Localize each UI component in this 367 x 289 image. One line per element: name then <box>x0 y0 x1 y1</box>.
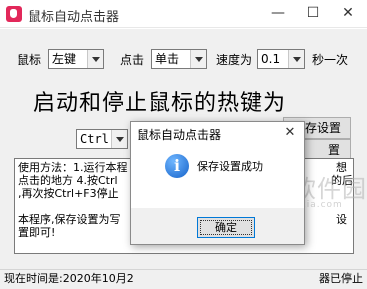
chevron-down-icon[interactable] <box>190 50 206 68</box>
chevron-down-icon[interactable] <box>288 50 304 68</box>
dialog-message: 保存设置成功 <box>197 160 263 173</box>
speed-value: 0.1 <box>261 52 281 66</box>
minimize-button[interactable]: — <box>258 0 298 28</box>
hotkey-modifier-select[interactable]: Ctrl <box>76 129 128 149</box>
status-state: 器已停止 <box>319 272 363 285</box>
window-title: 鼠标自动点击器 <box>28 10 120 25</box>
speed-label: 速度为 <box>216 53 253 67</box>
message-dialog: 鼠标自动点击器 ✕ i 保存设置成功 确定 <box>130 121 305 245</box>
mouse-button-value: 左键 <box>52 52 77 66</box>
instructions-line-1: 使用方法：1.运行本程 <box>18 161 128 174</box>
instructions-line-2: 点击的地方 4.按Ctrl <box>18 174 118 187</box>
instructions-line-2-tail: 的后 <box>331 174 353 187</box>
second-button-label: 置 <box>328 143 341 157</box>
status-time: 现在时间是:2020年10月2 <box>4 272 134 285</box>
click-type-select[interactable]: 单击 <box>151 49 207 69</box>
dialog-footer: 确定 <box>131 208 304 244</box>
dialog-title: 鼠标自动点击器 <box>137 128 222 142</box>
dialog-titlebar: 鼠标自动点击器 ✕ <box>131 122 304 144</box>
information-icon: i <box>165 154 189 178</box>
instructions-line-5-tail: 设 <box>336 213 347 226</box>
app-mouse-icon <box>6 6 22 22</box>
click-label: 点击 <box>120 53 145 67</box>
status-bar: 现在时间是:2020年10月2 器已停止 <box>0 269 367 289</box>
hotkey-headline: 启动和停止鼠标的热键为 <box>33 91 287 116</box>
close-button[interactable]: ✕ <box>328 0 367 28</box>
mouse-button-select[interactable]: 左键 <box>48 49 104 69</box>
click-type-value: 单击 <box>155 52 180 66</box>
chevron-down-icon[interactable] <box>87 50 103 68</box>
speed-select[interactable]: 0.1 <box>257 49 305 69</box>
speed-unit-label: 秒一次 <box>312 53 349 67</box>
instructions-line-1-tail: 想 <box>336 161 347 174</box>
main-titlebar: 鼠标自动点击器 — ☐ ✕ <box>0 0 367 28</box>
chevron-down-icon[interactable] <box>111 130 127 148</box>
ok-button[interactable]: 确定 <box>197 217 255 238</box>
maximize-button[interactable]: ☐ <box>293 0 333 28</box>
dialog-body: i 保存设置成功 <box>131 144 304 208</box>
dialog-close-button[interactable]: ✕ <box>280 122 300 144</box>
hotkey-modifier-value: Ctrl <box>80 132 109 146</box>
instructions-line-5: 本程序,保存设置为写 <box>18 213 121 226</box>
mouse-label: 鼠标 <box>17 53 42 67</box>
